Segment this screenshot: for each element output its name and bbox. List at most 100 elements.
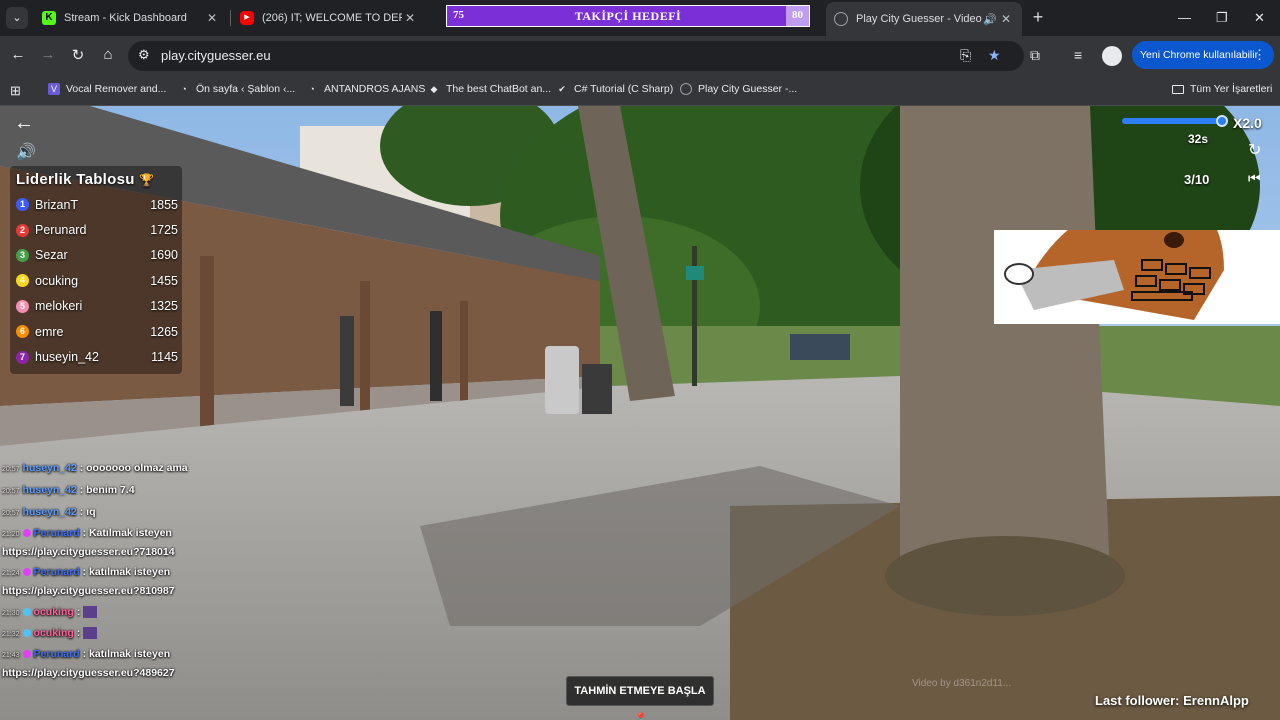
chat-text: : katılmak isteyen xyxy=(82,648,171,660)
chat-message: 21:30 ocuking : xyxy=(2,606,98,619)
apps-grid-icon[interactable]: ⊞ xyxy=(10,83,21,99)
tab-label: (206) IT; WELCOME TO DERRY xyxy=(262,12,402,24)
rank-badge: 5 xyxy=(16,299,29,313)
tab-search-button[interactable]: ⌄ xyxy=(6,7,28,29)
bookmark-city-guesser[interactable]: Play City Guesser -... xyxy=(680,83,797,95)
tab-audio-icon[interactable]: 🔊 xyxy=(982,13,998,26)
new-tab-button[interactable]: + xyxy=(1028,8,1048,28)
follower-goal-overlay: 75 TAKİPÇİ HEDEFİ 80 xyxy=(446,5,810,27)
player-name: BrizanT xyxy=(35,197,79,212)
chat-username: Perunard xyxy=(33,527,80,539)
player-score: 1855 xyxy=(150,197,178,212)
close-window-icon[interactable]: ✕ xyxy=(1254,10,1265,26)
player-score: 1725 xyxy=(150,223,178,238)
chat-badge-icon xyxy=(22,650,31,659)
extensions-icon[interactable]: ⧉ xyxy=(1030,47,1040,64)
back-arrow-icon[interactable]: ← xyxy=(14,112,34,135)
chat-text: : xyxy=(76,606,81,618)
player-name: melokeri xyxy=(35,299,83,314)
bookmark-vocal-remover[interactable]: V Vocal Remover and... xyxy=(48,83,166,95)
chat-text: : ooooooo olmaz ama xyxy=(79,462,188,474)
leaderboard: Liderlik Tablosu 🏆 1 BrizanT 1855 2 Perunard… xyxy=(10,168,182,370)
youtube-favicon-icon: ▶ xyxy=(240,11,254,25)
bookmark-csharp[interactable]: ✔ C# Tutorial (C Sharp) xyxy=(556,83,673,95)
player-name: Perunard xyxy=(35,223,87,238)
tab-close-icon[interactable]: ✕ xyxy=(204,11,220,25)
tab-close-icon[interactable]: ✕ xyxy=(402,11,418,25)
chat-message: 20:57 huseyn_42 : benim 7.4 xyxy=(2,484,135,496)
tab-city-guesser[interactable]: Play City Guesser - Video A 🔊 ✕ xyxy=(826,2,1022,36)
chat-username: Perunard xyxy=(33,648,80,660)
skip-back-icon[interactable]: ⏮ xyxy=(1248,170,1261,187)
bookmark-chatbot[interactable]: ◆ The best ChatBot an... xyxy=(428,83,552,95)
home-icon[interactable]: ⌂ xyxy=(98,46,118,63)
rank-badge: 3 xyxy=(16,248,29,262)
url-text[interactable]: play.cityguesser.eu xyxy=(161,48,271,63)
back-icon[interactable]: ← xyxy=(8,46,28,63)
chat-timestamp: 21:32 xyxy=(2,631,20,638)
bookmark-star-icon[interactable]: ★ xyxy=(988,47,1001,64)
minimize-icon[interactable]: — xyxy=(1178,10,1191,25)
street-view-scene[interactable] xyxy=(0,106,1280,720)
chrome-update-button[interactable]: Yeni Chrome kullanılabilir ⋮ xyxy=(1132,41,1274,69)
rank-badge: 7 xyxy=(16,350,29,364)
chat-message: 21:32 ocuking : xyxy=(2,627,98,640)
address-bar[interactable]: ⚙ play.cityguesser.eu ⎘ ★ xyxy=(128,41,1024,71)
menu-dots-icon[interactable]: ⋮ xyxy=(1253,41,1266,69)
chat-text: : Katılmak isteyen xyxy=(82,527,172,539)
goal-title: TAKİPÇİ HEDEFİ xyxy=(574,9,682,23)
reload-icon[interactable]: ↻ xyxy=(68,46,88,64)
chrome-update-label: Yeni Chrome kullanılabilir xyxy=(1140,49,1259,61)
all-bookmarks-folder[interactable]: Tüm Yer İşaretleri xyxy=(1172,83,1272,95)
chat-text: : benim 7.4 xyxy=(79,484,135,496)
chat-badge-icon xyxy=(22,629,31,638)
bookmark-label: Ön sayfa ‹ Şablon ‹... xyxy=(196,83,296,95)
chat-username: ocuking xyxy=(33,627,74,639)
chat-timestamp: 20:57 xyxy=(2,510,20,517)
start-guess-button[interactable]: TAHMİN ETMEYE BAŞLA 📍 xyxy=(566,676,714,720)
site-info-icon[interactable]: ⚙ xyxy=(138,47,150,63)
restore-icon[interactable]: ❐ xyxy=(1216,10,1228,26)
refresh-icon[interactable]: ↻ xyxy=(1248,140,1261,160)
tab-strip: ⌄ K Stream - Kick Dashboard ✕ ▶ (206) IT… xyxy=(0,0,1280,36)
chat-username: Perunard xyxy=(33,566,80,578)
emote-icon xyxy=(83,627,98,640)
player-score: 1455 xyxy=(150,273,178,288)
last-follower-text: Last follower: ErennAlpp xyxy=(1095,693,1249,708)
chat-badge-icon xyxy=(22,529,31,538)
chat-message: 21:24 Perunard : katılmak isteyen xyxy=(2,566,170,578)
forward-icon[interactable]: → xyxy=(38,46,58,63)
chat-badge-icon xyxy=(22,568,31,577)
page-icon xyxy=(680,83,692,95)
speed-slider-track[interactable] xyxy=(1122,118,1228,124)
leaderboard-row: 7 huseyin_42 1145 xyxy=(10,344,182,369)
page-favicon-icon xyxy=(834,12,848,26)
emote-icon xyxy=(83,606,98,619)
bookmark-sablon[interactable]: ◔ Ön sayfa ‹ Şablon ‹... xyxy=(178,83,295,95)
bongo-cat-icon xyxy=(994,198,1280,324)
volume-icon[interactable]: 🔊 xyxy=(16,142,36,162)
bongo-cat-overlay xyxy=(994,198,1280,324)
game-viewport[interactable]: ← 🔊 Liderlik Tablosu 🏆 1 BrizanT 1855 2 Peru… xyxy=(0,106,1280,720)
player-name: ocuking xyxy=(35,273,79,288)
chat-timestamp: 21:30 xyxy=(2,610,20,617)
chat-timestamp: 20:57 xyxy=(2,466,20,473)
profile-avatar-icon[interactable] xyxy=(1102,46,1122,66)
speed-value: X2.0 xyxy=(1233,115,1262,131)
translate-icon[interactable]: ⎘ xyxy=(960,47,971,64)
start-guess-label: TAHMİN ETMEYE BAŞLA xyxy=(574,685,706,697)
vocal-remover-icon: V xyxy=(48,83,60,95)
globe-icon: ◔ xyxy=(181,84,187,94)
all-bookmarks-label: Tüm Yer İşaretleri xyxy=(1190,83,1273,95)
media-controls-icon[interactable]: ≡ xyxy=(1074,47,1082,63)
speed-slider-handle[interactable] xyxy=(1216,115,1228,127)
leaderboard-row: 1 BrizanT 1855 xyxy=(10,192,182,217)
tab-youtube[interactable]: ▶ (206) IT; WELCOME TO DERRY ✕ xyxy=(232,4,426,32)
bookmark-antandros[interactable]: ◔ ANTANDROS AJANS xyxy=(306,83,425,95)
bookmark-label: ANTANDROS AJANS xyxy=(324,83,426,95)
chat-text: https://play.cityguesser.eu?810987 xyxy=(2,585,175,597)
tab-close-icon[interactable]: ✕ xyxy=(998,12,1014,26)
chat-timestamp: 20:57 xyxy=(2,488,20,495)
chat-username: huseyn_42 xyxy=(22,462,77,474)
tab-kick-dashboard[interactable]: K Stream - Kick Dashboard ✕ xyxy=(34,4,228,32)
